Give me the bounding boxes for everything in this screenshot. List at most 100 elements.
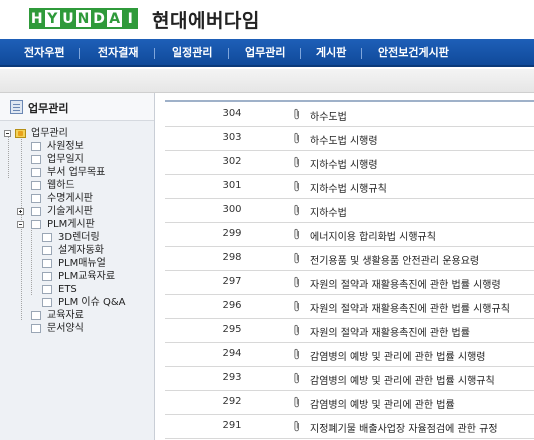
tree-item-label: PLM매뉴얼 xyxy=(58,258,106,269)
tree-item[interactable]: ETS xyxy=(0,283,154,296)
page-icon xyxy=(31,194,41,203)
paperclip-icon xyxy=(294,420,299,432)
paperclip-icon xyxy=(294,252,299,264)
tree-item[interactable]: PLM게시판 xyxy=(0,218,154,231)
tree-item[interactable]: 교육자료 xyxy=(0,309,154,322)
tree-item[interactable]: 웹하드 xyxy=(0,179,154,192)
tree-item-label: 부서 업무목표 xyxy=(47,167,106,178)
list-row[interactable]: 301 지하수법 시행규칙 xyxy=(165,175,534,199)
tree-item-label: 업무일지 xyxy=(47,154,84,165)
row-title[interactable]: 감염병의 예방 및 관리에 관한 법률 시행령 xyxy=(310,348,485,363)
page-icon xyxy=(42,259,52,268)
paperclip-icon xyxy=(294,156,299,168)
paperclip-icon xyxy=(294,396,299,408)
tree-item-label: 사원정보 xyxy=(47,141,84,152)
nav-work[interactable]: 업무관리 xyxy=(245,39,285,67)
list-row[interactable]: 302 지하수법 시행령 xyxy=(165,151,534,175)
row-number: 293 xyxy=(222,372,242,383)
tree-item-label: 수명게시판 xyxy=(47,193,93,204)
row-title[interactable]: 자원의 절약과 재활용촉진에 관한 법률 시행령 xyxy=(310,276,501,291)
tree-item[interactable]: 기술게시판 xyxy=(0,205,154,218)
page-icon xyxy=(42,246,52,255)
nav-schedule[interactable]: 일정관리 xyxy=(172,39,212,67)
tree-item[interactable]: PLM매뉴얼 xyxy=(0,257,154,270)
tree-item[interactable]: 수명게시판 xyxy=(0,192,154,205)
paperclip-icon xyxy=(294,276,299,288)
row-number: 294 xyxy=(222,348,242,359)
page-icon xyxy=(31,142,41,151)
row-title[interactable]: 지하수법 xyxy=(310,204,347,219)
list-row[interactable]: 303 하수도법 시행령 xyxy=(165,127,534,151)
sub-toolbar xyxy=(0,69,534,93)
tree-item-label: 3D렌더링 xyxy=(58,232,100,243)
row-title[interactable]: 감염병의 예방 및 관리에 관한 법률 xyxy=(310,396,455,411)
paperclip-icon xyxy=(294,132,299,144)
list-row[interactable]: 300 지하수법 xyxy=(165,199,534,223)
tree-item[interactable]: 부서 업무목표 xyxy=(0,166,154,179)
row-title[interactable]: 에너지이용 합리화법 시행규칙 xyxy=(310,228,436,243)
list-row[interactable]: 294 감염병의 예방 및 관리에 관한 법률 시행령 xyxy=(165,343,534,367)
list-row[interactable]: 293 감염병의 예방 및 관리에 관한 법률 시행규칙 xyxy=(165,367,534,391)
list-row[interactable]: 299 에너지이용 합리화법 시행규칙 xyxy=(165,223,534,247)
hyundai-logo[interactable]: H Y U N D A I xyxy=(29,8,139,29)
tree-item-label: PLM게시판 xyxy=(47,219,95,230)
row-title[interactable]: 자원의 절약과 재활용촉진에 관한 법률 시행규칙 xyxy=(310,300,510,315)
row-title[interactable]: 지하수법 시행령 xyxy=(310,156,378,171)
nav-approval[interactable]: 전자결재 xyxy=(98,39,138,67)
list-row[interactable]: 291 지정폐기물 배출사업장 자율점검에 관한 규정 xyxy=(165,415,534,439)
list-row[interactable]: 292 감염병의 예방 및 관리에 관한 법률 xyxy=(165,391,534,415)
tree-item[interactable]: 설계자동화 xyxy=(0,244,154,257)
nav-divider xyxy=(228,48,229,59)
logo-letter: I xyxy=(122,8,139,29)
row-title[interactable]: 하수도법 xyxy=(310,108,347,123)
logo-letter: Y xyxy=(44,8,61,29)
list-row[interactable]: 298 전기용품 및 생활용품 안전관리 운용요령 xyxy=(165,247,534,271)
page-icon xyxy=(42,233,52,242)
row-number: 297 xyxy=(222,276,242,287)
logo-letter: D xyxy=(91,8,107,29)
nav-board[interactable]: 게시판 xyxy=(316,39,346,67)
document-icon xyxy=(10,100,23,114)
nav-safety-board[interactable]: 안전보건게시판 xyxy=(378,39,449,67)
logo-letter: A xyxy=(106,8,123,29)
brand-name: 현대에버다임 xyxy=(152,10,260,32)
tree-item[interactable]: PLM교육자료 xyxy=(0,270,154,283)
tree-item-label: 설계자동화 xyxy=(58,245,104,256)
sidebar-header: 업무관리 xyxy=(0,93,154,121)
row-title[interactable]: 지하수법 시행규칙 xyxy=(310,180,387,195)
tree-item[interactable]: PLM 이슈 Q&A xyxy=(0,296,154,309)
paperclip-icon xyxy=(294,108,299,120)
tree-item[interactable]: 3D렌더링 xyxy=(0,231,154,244)
tree-item-label: 문서양식 xyxy=(47,323,84,334)
expand-icon[interactable] xyxy=(17,208,24,215)
tree-item-root[interactable]: 업무관리 xyxy=(0,127,154,140)
row-number: 298 xyxy=(222,252,242,263)
main-nav: 전자우편 전자결재 일정관리 업무관리 게시판 안전보건게시판 xyxy=(0,39,534,67)
page-icon xyxy=(31,207,41,216)
row-title[interactable]: 자원의 절약과 재활용촉진에 관한 법률 xyxy=(310,324,470,339)
list-row[interactable]: 297 자원의 절약과 재활용촉진에 관한 법률 시행령 xyxy=(165,271,534,295)
tree-item[interactable]: 사원정보 xyxy=(0,140,154,153)
folder-open-icon xyxy=(15,129,26,138)
logo-letter: N xyxy=(75,8,92,29)
row-title[interactable]: 전기용품 및 생활용품 안전관리 운용요령 xyxy=(310,252,479,267)
row-title[interactable]: 하수도법 시행령 xyxy=(310,132,378,147)
tree-item-label: 기술게시판 xyxy=(47,206,93,217)
tree-item-label: PLM교육자료 xyxy=(58,271,116,282)
tree-item[interactable]: 업무일지 xyxy=(0,153,154,166)
nav-email[interactable]: 전자우편 xyxy=(24,39,64,67)
row-number: 299 xyxy=(222,228,242,239)
row-title[interactable]: 감염병의 예방 및 관리에 관한 법률 시행규칙 xyxy=(310,372,495,387)
row-title[interactable]: 지정폐기물 배출사업장 자율점검에 관한 규정 xyxy=(310,420,498,435)
tree-item-label: ETS xyxy=(58,284,77,295)
row-number: 292 xyxy=(222,396,242,407)
collapse-icon[interactable] xyxy=(17,221,24,228)
list-row[interactable]: 295 자원의 절약과 재활용촉진에 관한 법률 xyxy=(165,319,534,343)
nav-divider xyxy=(79,48,80,59)
collapse-icon[interactable] xyxy=(4,130,11,137)
list-row[interactable]: 296 자원의 절약과 재활용촉진에 관한 법률 시행규칙 xyxy=(165,295,534,319)
row-number: 296 xyxy=(222,300,242,311)
sidebar-title: 업무관리 xyxy=(28,102,69,115)
tree-item[interactable]: 문서양식 xyxy=(0,322,154,335)
list-row[interactable]: 304 하수도법 xyxy=(165,103,534,127)
